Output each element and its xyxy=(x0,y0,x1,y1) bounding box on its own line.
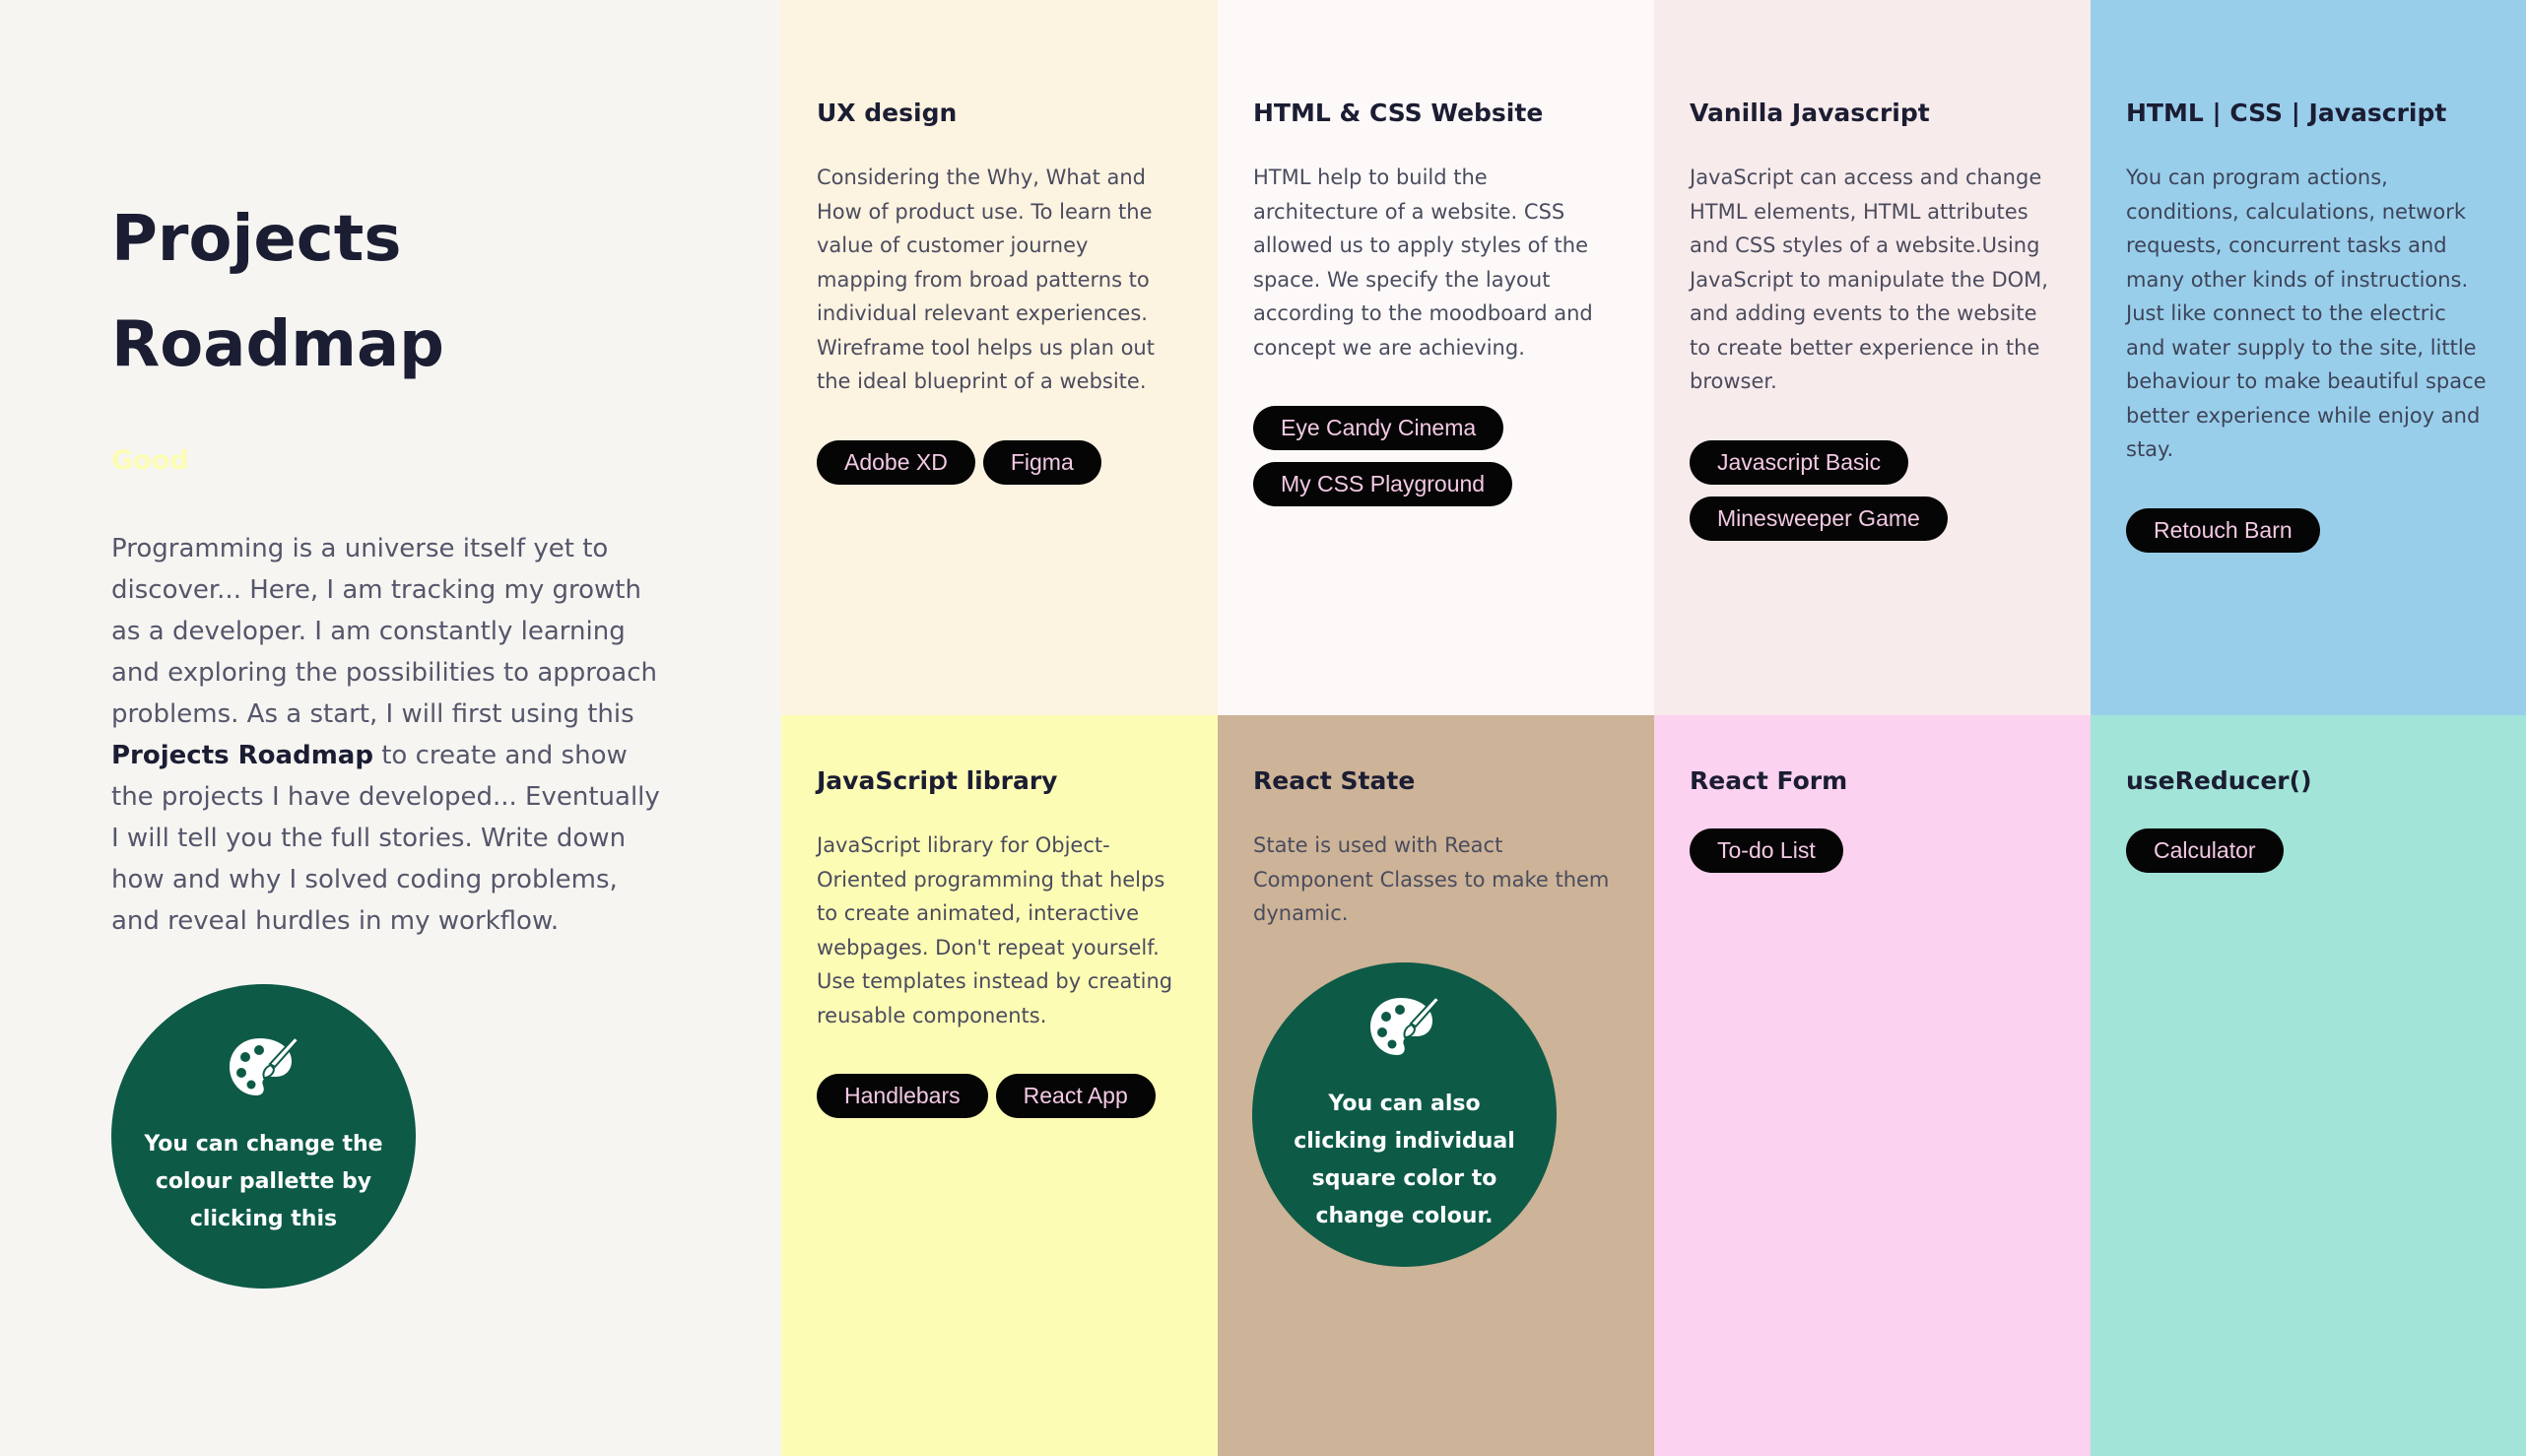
intro-panel: Projects Roadmap Good Programming is a u… xyxy=(0,0,781,1456)
card-tags: Javascript Basic Minesweeper Game xyxy=(1690,439,2055,541)
square-color-hint-text: You can also clicking individual square … xyxy=(1294,1092,1515,1228)
card-title: JavaScript library xyxy=(817,766,1058,795)
card-title: React Form xyxy=(1690,766,1848,795)
tag-figma[interactable]: Figma xyxy=(982,439,1101,485)
palette-change-button[interactable]: You can change the colour pallette by cl… xyxy=(111,984,416,1289)
tag-eye-candy-cinema[interactable]: Eye Candy Cinema xyxy=(1253,406,1504,450)
card-title: HTML & CSS Website xyxy=(1253,99,1544,127)
card-tags: To-do List xyxy=(1690,828,2055,873)
card-tags: Retouch Barn xyxy=(2126,507,2491,553)
card-description: You can program actions, conditions, cal… xyxy=(2126,165,2487,461)
tag-todo-list[interactable]: To-do List xyxy=(1690,828,1843,873)
tag-react-app[interactable]: React App xyxy=(995,1074,1156,1118)
intro-text-before: Programming is a universe itself yet to … xyxy=(111,534,657,729)
tag-minesweeper-game[interactable]: Minesweeper Game xyxy=(1690,496,1948,541)
tag-calculator[interactable]: Calculator xyxy=(2126,828,2284,873)
card-tags: Adobe XD Figma xyxy=(817,439,1182,485)
card-tags: Eye Candy Cinema My CSS Playground xyxy=(1253,406,1619,506)
card-description: State is used with React Component Class… xyxy=(1253,833,1610,925)
palette-hint-text: You can change the colour pallette by cl… xyxy=(144,1132,383,1231)
card-javascript-library[interactable]: JavaScript library JavaScript library fo… xyxy=(781,715,1218,1456)
square-color-hint-button[interactable]: You can also clicking individual square … xyxy=(1252,962,1557,1267)
tag-javascript-basic[interactable]: Javascript Basic xyxy=(1690,439,1909,485)
card-usereducer[interactable]: useReducer() Calculator xyxy=(2091,715,2526,1456)
card-title: HTML | CSS | Javascript xyxy=(2126,99,2447,127)
card-title: useReducer() xyxy=(2126,766,2312,795)
card-vanilla-javascript[interactable]: Vanilla Javascript JavaScript can access… xyxy=(1654,0,2091,715)
card-description: Considering the Why, What and How of pro… xyxy=(817,165,1155,393)
palette-icon xyxy=(227,1034,301,1112)
card-title: Vanilla Javascript xyxy=(1690,99,1930,127)
card-tags: Handlebars React App xyxy=(817,1074,1182,1118)
tag-my-css-playground[interactable]: My CSS Playground xyxy=(1253,462,1513,506)
card-tags: Calculator xyxy=(2126,828,2491,873)
card-title: React State xyxy=(1253,766,1416,795)
mood-label: Good xyxy=(111,445,189,476)
card-react-form[interactable]: React Form To-do List xyxy=(1654,715,2091,1456)
tag-retouch-barn[interactable]: Retouch Barn xyxy=(2126,507,2320,553)
card-ux-design[interactable]: UX design Considering the Why, What and … xyxy=(781,0,1218,715)
palette-icon xyxy=(1367,994,1442,1072)
tag-handlebars[interactable]: Handlebars xyxy=(817,1074,988,1118)
card-description: HTML help to build the architecture of a… xyxy=(1253,165,1593,360)
card-title: UX design xyxy=(817,99,958,127)
card-description: JavaScript can access and change HTML el… xyxy=(1690,165,2048,393)
card-html-css-javascript[interactable]: HTML | CSS | Javascript You can program … xyxy=(2091,0,2526,715)
intro-description: Programming is a universe itself yet to … xyxy=(111,528,663,942)
page-title: Projects Roadmap xyxy=(111,203,444,381)
tag-adobe-xd[interactable]: Adobe XD xyxy=(817,439,975,485)
card-html-css-website[interactable]: HTML & CSS Website HTML help to build th… xyxy=(1218,0,1654,715)
intro-text-bold: Projects Roadmap xyxy=(111,741,373,770)
card-description: JavaScript library for Object-Oriented p… xyxy=(817,833,1173,1027)
